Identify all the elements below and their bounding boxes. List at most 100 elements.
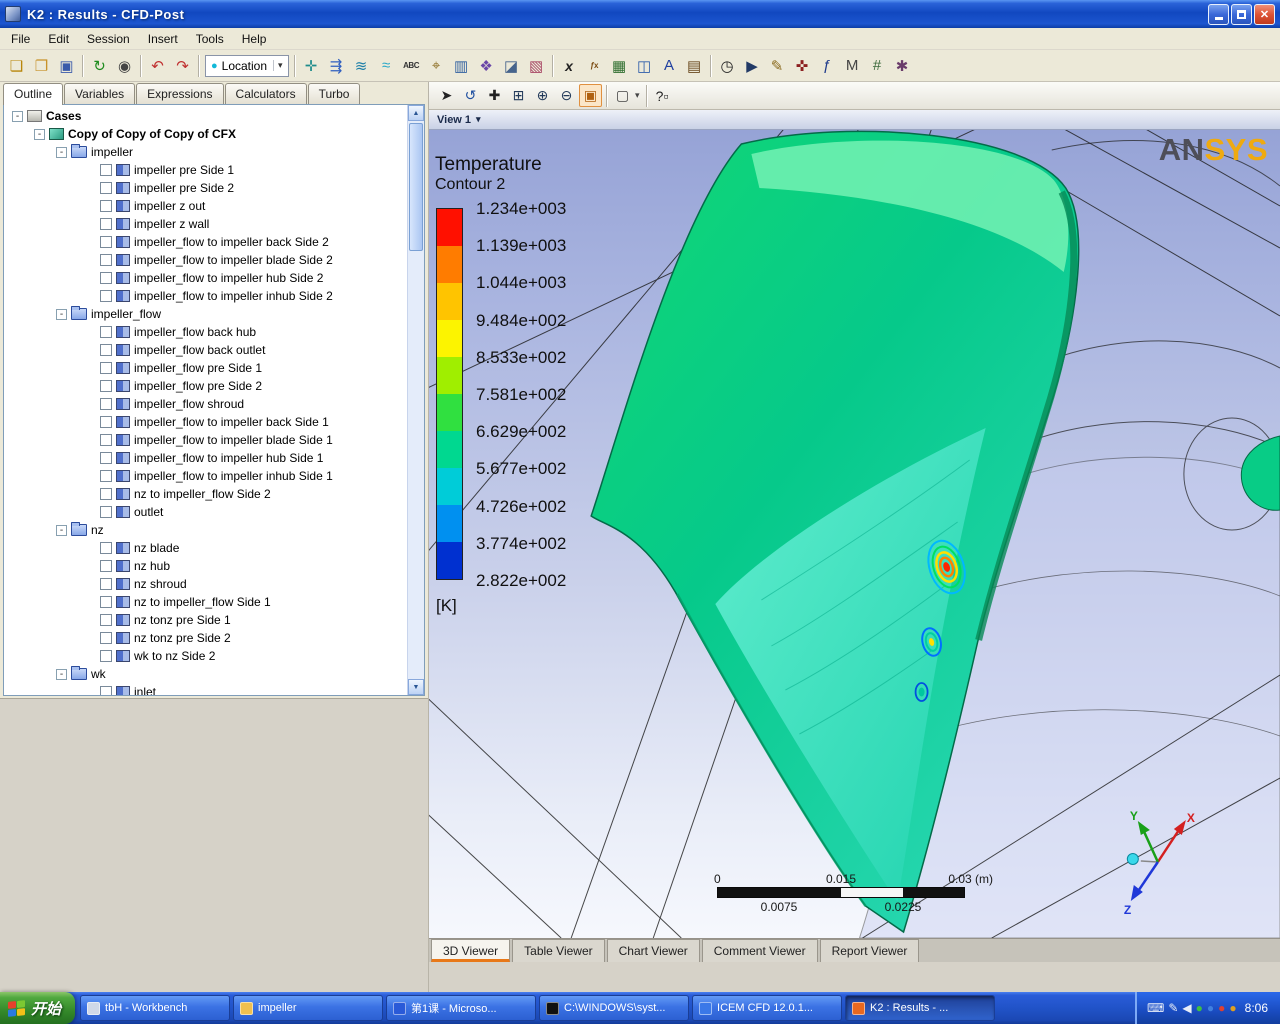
tree-row[interactable]: nz tonz pre Side 1	[4, 611, 407, 629]
tree-row[interactable]: nz tonz pre Side 2	[4, 629, 407, 647]
chart-icon[interactable]: ◫	[632, 54, 657, 78]
tree-row[interactable]: -Cases	[4, 107, 407, 125]
mesh-calculator-icon[interactable]: #	[865, 54, 890, 78]
menu-file[interactable]: File	[2, 29, 39, 49]
insert-vector-icon[interactable]: ⇶	[324, 54, 349, 78]
visibility-checkbox[interactable]	[100, 578, 112, 590]
viewer-probe-icon[interactable]: ?▫	[651, 84, 674, 107]
visibility-checkbox[interactable]	[100, 542, 112, 554]
colormap-icon[interactable]: ▧	[524, 54, 549, 78]
menu-session[interactable]: Session	[78, 29, 139, 49]
tree-row[interactable]: outlet	[4, 503, 407, 521]
pan-icon[interactable]: ✚	[483, 84, 506, 107]
menu-tools[interactable]: Tools	[187, 29, 233, 49]
pen-icon[interactable]: ✎	[1168, 1002, 1178, 1014]
chevron-down-icon[interactable]: ▾	[635, 90, 640, 101]
scroll-down-button[interactable]: ▼	[408, 679, 424, 695]
tree-row[interactable]: -impeller_flow	[4, 305, 407, 323]
visibility-checkbox[interactable]	[100, 290, 112, 302]
function-icon[interactable]: ƒ	[815, 54, 840, 78]
coord-frame-icon[interactable]: ⌖	[424, 54, 449, 78]
visibility-checkbox[interactable]	[100, 416, 112, 428]
menu-help[interactable]: Help	[233, 29, 276, 49]
visibility-checkbox[interactable]	[100, 632, 112, 644]
visibility-checkbox[interactable]	[100, 596, 112, 608]
tree-row[interactable]: impeller_flow back outlet	[4, 341, 407, 359]
tree-row[interactable]: impeller z wall	[4, 215, 407, 233]
tree-row[interactable]: impeller z out	[4, 197, 407, 215]
visibility-checkbox[interactable]	[100, 506, 112, 518]
viewer-tab-chart[interactable]: Chart Viewer	[607, 939, 700, 962]
green-status-icon[interactable]: ●	[1196, 1002, 1203, 1014]
visibility-checkbox[interactable]	[100, 218, 112, 230]
tree-row[interactable]: impeller_flow pre Side 2	[4, 377, 407, 395]
red-status-icon[interactable]: ●	[1218, 1002, 1225, 1014]
viewer-tab-comment[interactable]: Comment Viewer	[702, 939, 818, 962]
insert-text-icon[interactable]: ABC	[399, 54, 424, 78]
tree-row[interactable]: nz hub	[4, 557, 407, 575]
volume-icon[interactable]: ◀	[1182, 1002, 1191, 1014]
tree-row[interactable]: impeller_flow pre Side 1	[4, 359, 407, 377]
view-selector[interactable]: View 1 ▾	[429, 110, 1280, 130]
zoom-out-icon[interactable]: ⊖	[555, 84, 578, 107]
tree-row[interactable]: impeller_flow to impeller back Side 2	[4, 233, 407, 251]
tree-row[interactable]: -impeller	[4, 143, 407, 161]
visibility-checkbox[interactable]	[100, 686, 112, 695]
taskbar-item[interactable]: tbH - Workbench	[80, 995, 230, 1021]
calculators-icon[interactable]: ƒx	[582, 54, 607, 78]
tree-scrollbar[interactable]: ▲ ▼	[407, 105, 424, 695]
visibility-checkbox[interactable]	[100, 200, 112, 212]
tree-row[interactable]: impeller_flow to impeller blade Side 2	[4, 251, 407, 269]
expand-toggle[interactable]: -	[56, 525, 67, 536]
tab-variables[interactable]: Variables	[64, 83, 135, 104]
visibility-checkbox[interactable]	[100, 488, 112, 500]
open-file-icon[interactable]: ❐	[29, 54, 54, 78]
insert-streamline-icon[interactable]: ≈	[374, 54, 399, 78]
taskbar-item[interactable]: impeller	[233, 995, 383, 1021]
visibility-checkbox[interactable]	[100, 362, 112, 374]
zoom-box-icon[interactable]: ⊞	[507, 84, 530, 107]
report-icon[interactable]: ▤	[682, 54, 707, 78]
tree-row[interactable]: impeller_flow to impeller hub Side 1	[4, 449, 407, 467]
start-button[interactable]: 开始	[0, 992, 75, 1024]
menu-edit[interactable]: Edit	[39, 29, 78, 49]
tab-expressions[interactable]: Expressions	[136, 83, 223, 104]
tree-row[interactable]: impeller_flow to impeller blade Side 1	[4, 431, 407, 449]
new-file-icon[interactable]: ❏	[4, 54, 29, 78]
tree-row[interactable]: impeller pre Side 1	[4, 161, 407, 179]
visibility-checkbox[interactable]	[100, 470, 112, 482]
expand-toggle[interactable]: -	[34, 129, 45, 140]
visibility-checkbox[interactable]	[100, 434, 112, 446]
tab-turbo[interactable]: Turbo	[308, 83, 361, 104]
insert-contour-icon[interactable]: ≋	[349, 54, 374, 78]
probe-icon[interactable]: ✜	[790, 54, 815, 78]
animation-icon[interactable]: ▶	[740, 54, 765, 78]
zoom-in-icon[interactable]: ⊕	[531, 84, 554, 107]
tree-row[interactable]: impeller_flow shroud	[4, 395, 407, 413]
visibility-checkbox[interactable]	[100, 650, 112, 662]
legend-icon[interactable]: ▥	[449, 54, 474, 78]
tree-row[interactable]: nz shroud	[4, 575, 407, 593]
taskbar-item[interactable]: ICEM CFD 12.0.1...	[692, 995, 842, 1021]
expand-toggle[interactable]: -	[56, 309, 67, 320]
tree-row[interactable]: -nz	[4, 521, 407, 539]
tree-row[interactable]: wk to nz Side 2	[4, 647, 407, 665]
taskbar-item[interactable]: 第1课 - Microso...	[386, 995, 536, 1021]
tree-row[interactable]: -wk	[4, 665, 407, 683]
visibility-checkbox[interactable]	[100, 326, 112, 338]
tree-row[interactable]: impeller_flow to impeller inhub Side 1	[4, 467, 407, 485]
tree-row[interactable]: impeller_flow to impeller inhub Side 2	[4, 287, 407, 305]
select-icon[interactable]: ➤	[435, 84, 458, 107]
tree-row[interactable]: impeller_flow to impeller hub Side 2	[4, 269, 407, 287]
instance-transform-icon[interactable]: ❖	[474, 54, 499, 78]
location-selector[interactable]: ●Location▾	[205, 55, 289, 77]
viewer-tab-report[interactable]: Report Viewer	[820, 939, 920, 962]
timestep-icon[interactable]: ◷	[715, 54, 740, 78]
quick-editor-icon[interactable]: ✎	[765, 54, 790, 78]
visibility-checkbox[interactable]	[100, 236, 112, 248]
viewport-3d[interactable]: X Y Z ANSYS Temperature Contour 2 1.234e…	[429, 130, 1280, 938]
render-face-swatch[interactable]: ▢	[611, 84, 634, 107]
clip-plane-icon[interactable]: ◪	[499, 54, 524, 78]
tab-outline[interactable]: Outline	[3, 83, 63, 105]
visibility-checkbox[interactable]	[100, 272, 112, 284]
